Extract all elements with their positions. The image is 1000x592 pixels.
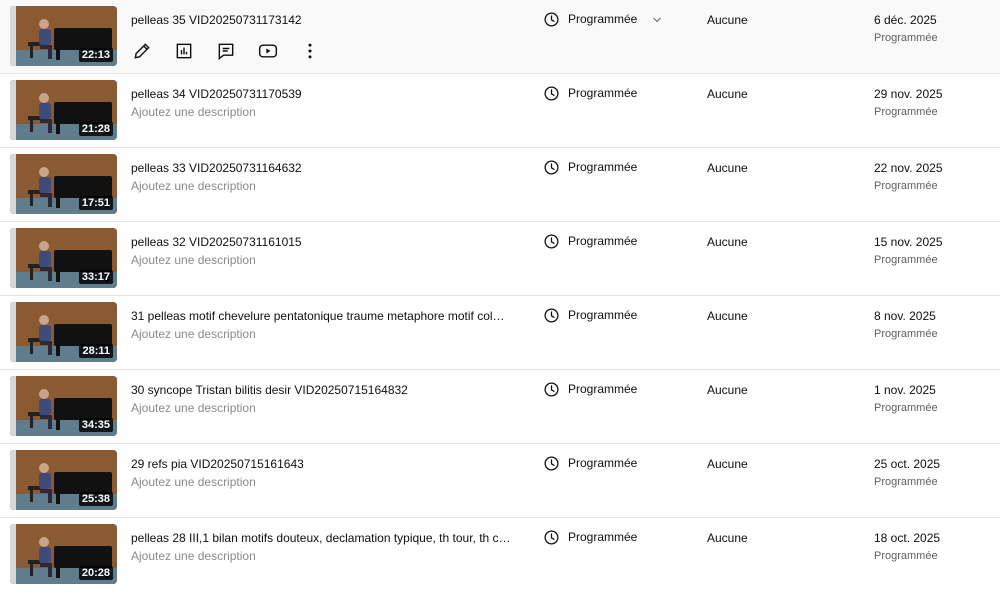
restrictions-cell: Aucune (707, 531, 748, 545)
visibility-cell[interactable]: Programmée (543, 11, 663, 28)
table-row[interactable]: 28:11 31 pelleas motif chevelure pentato… (0, 296, 1000, 370)
visibility-cell[interactable]: Programmée (543, 307, 637, 324)
video-description[interactable]: Ajoutez une description (131, 179, 256, 194)
table-row[interactable]: 22:13 pelleas 35 VID20250731173142 Progr… (0, 0, 1000, 74)
table-row[interactable]: 33:17 pelleas 32 VID20250731161015 Ajoute… (0, 222, 1000, 296)
video-title[interactable]: pelleas 35 VID20250731173142 (131, 13, 511, 28)
duration-badge: 22:13 (78, 48, 113, 62)
clock-icon (544, 160, 559, 175)
date-cell: 1 nov. 2025 (874, 383, 936, 397)
analytics-icon[interactable] (173, 40, 195, 62)
duration-badge: 25:38 (78, 492, 113, 506)
row-actions (131, 40, 341, 62)
duration-badge: 17:51 (78, 196, 113, 210)
visibility-label: Programmée (568, 382, 638, 396)
video-description[interactable]: Ajoutez une description (131, 327, 256, 342)
video-thumbnail[interactable]: 17:51 (10, 154, 117, 214)
more-options-icon[interactable] (299, 40, 321, 62)
video-thumbnail[interactable]: 20:28 (10, 524, 117, 584)
video-thumbnail[interactable]: 28:11 (10, 302, 117, 362)
visibility-cell[interactable]: Programmée (543, 381, 637, 398)
date-status: Programmée (874, 106, 938, 118)
date-status: Programmée (874, 328, 938, 340)
clock-icon (544, 308, 559, 323)
video-thumbnail[interactable]: 21:28 (10, 80, 117, 140)
table-row[interactable]: 34:35 30 syncope Tristan bilitis desir V… (0, 370, 1000, 444)
visibility-label: Programmée (568, 234, 638, 248)
table-row[interactable]: 25:38 29 refs pia VID20250715161643 Ajout… (0, 444, 1000, 518)
date-cell: 18 oct. 2025 (874, 531, 941, 545)
clock-icon (544, 86, 559, 101)
clock-icon (544, 234, 559, 249)
date-status: Programmée (874, 402, 938, 414)
video-thumbnail[interactable]: 25:38 (10, 450, 117, 510)
restrictions-cell: Aucune (707, 309, 748, 323)
video-title[interactable]: pelleas 28 III,1 bilan motifs douteux, d… (131, 531, 511, 546)
table-row[interactable]: 20:28 pelleas 28 III,1 bilan motifs dout… (0, 518, 1000, 592)
duration-badge: 21:28 (78, 122, 113, 136)
date-cell: 22 nov. 2025 (874, 161, 943, 175)
video-title[interactable]: pelleas 33 VID20250731164632 (131, 161, 511, 176)
visibility-label: Programmée (568, 530, 638, 544)
table-row[interactable]: 21:28 pelleas 34 VID20250731170539 Ajoute… (0, 74, 1000, 148)
duration-badge: 34:35 (78, 418, 113, 432)
duration-badge: 33:17 (78, 270, 113, 284)
date-status: Programmée (874, 254, 938, 266)
date-cell: 6 déc. 2025 (874, 13, 937, 27)
video-title[interactable]: pelleas 34 VID20250731170539 (131, 87, 511, 102)
visibility-cell[interactable]: Programmée (543, 529, 637, 546)
video-description[interactable]: Ajoutez une description (131, 475, 256, 490)
video-title[interactable]: 29 refs pia VID20250715161643 (131, 457, 511, 472)
restrictions-cell: Aucune (707, 13, 748, 27)
video-description[interactable]: Ajoutez une description (131, 549, 256, 564)
visibility-label: Programmée (568, 160, 638, 174)
video-title[interactable]: 31 pelleas motif chevelure pentatonique … (131, 309, 511, 324)
visibility-label: Programmée (568, 456, 638, 470)
video-title[interactable]: 30 syncope Tristan bilitis desir VID2025… (131, 383, 511, 398)
date-cell: 29 nov. 2025 (874, 87, 943, 101)
video-description[interactable]: Ajoutez une description (131, 401, 256, 416)
youtube-icon[interactable] (257, 40, 279, 62)
date-status: Programmée (874, 32, 938, 44)
restrictions-cell: Aucune (707, 87, 748, 101)
clock-icon (544, 530, 559, 545)
video-thumbnail[interactable]: 34:35 (10, 376, 117, 436)
video-thumbnail[interactable]: 33:17 (10, 228, 117, 288)
restrictions-cell: Aucune (707, 161, 748, 175)
visibility-cell[interactable]: Programmée (543, 455, 637, 472)
table-row[interactable]: 17:51 pelleas 33 VID20250731164632 Ajoute… (0, 148, 1000, 222)
visibility-cell[interactable]: Programmée (543, 233, 637, 250)
date-cell: 25 oct. 2025 (874, 457, 941, 471)
video-description[interactable]: Ajoutez une description (131, 105, 256, 120)
visibility-cell[interactable]: Programmée (543, 159, 637, 176)
date-cell: 15 nov. 2025 (874, 235, 943, 249)
date-status: Programmée (874, 180, 938, 192)
duration-badge: 20:28 (78, 566, 113, 580)
clock-icon (544, 382, 559, 397)
pencil-icon[interactable] (131, 40, 153, 62)
comments-icon[interactable] (215, 40, 237, 62)
video-list: 22:13 pelleas 35 VID20250731173142 Progr… (0, 0, 1000, 592)
date-cell: 8 nov. 2025 (874, 309, 936, 323)
date-status: Programmée (874, 550, 938, 562)
restrictions-cell: Aucune (707, 235, 748, 249)
visibility-cell[interactable]: Programmée (543, 85, 637, 102)
video-description[interactable]: Ajoutez une description (131, 253, 256, 268)
duration-badge: 28:11 (79, 344, 113, 358)
date-status: Programmée (874, 476, 938, 488)
video-thumbnail[interactable]: 22:13 (10, 6, 117, 66)
clock-icon (544, 456, 559, 471)
video-title[interactable]: pelleas 32 VID20250731161015 (131, 235, 511, 250)
visibility-label: Programmée (568, 86, 638, 100)
restrictions-cell: Aucune (707, 457, 748, 471)
chevron-down-icon[interactable] (651, 14, 663, 26)
visibility-label: Programmée (568, 12, 638, 26)
visibility-label: Programmée (568, 308, 638, 322)
clock-icon (544, 12, 559, 27)
restrictions-cell: Aucune (707, 383, 748, 397)
